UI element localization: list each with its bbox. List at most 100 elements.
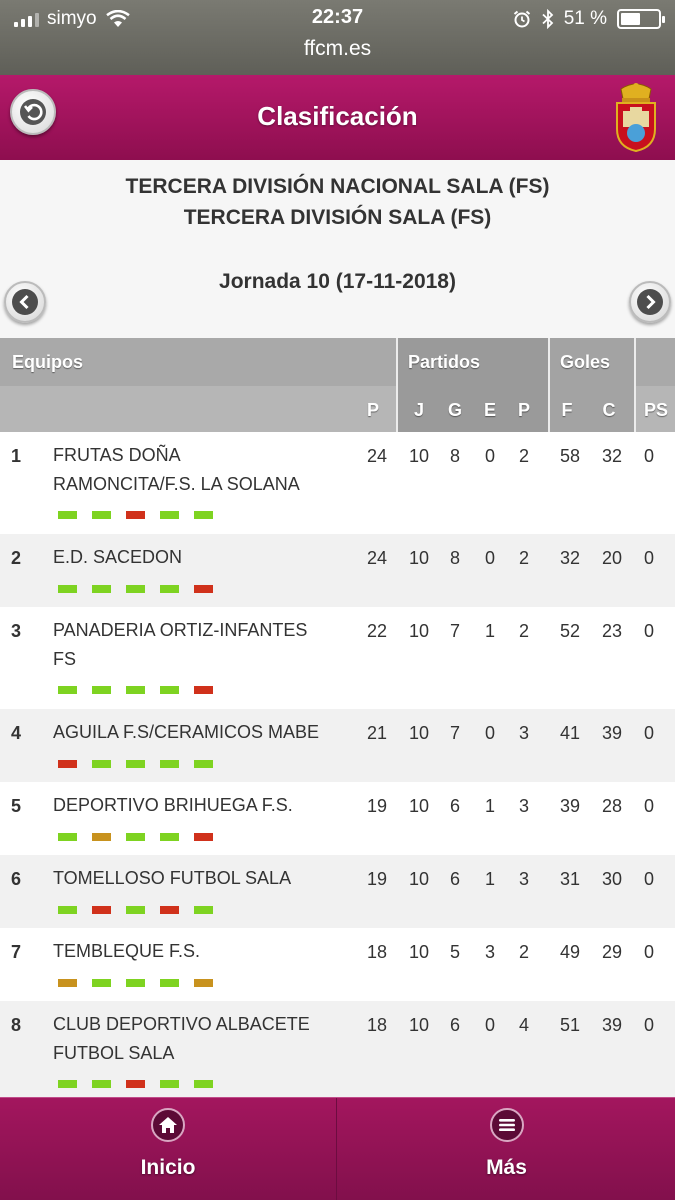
form-win-marker [160,833,179,841]
battery-icon [617,9,665,29]
status-bar: simyo 22:37 ffcm.es 51 % [0,0,675,75]
penalty-points: 0 [643,621,654,641]
team-position: 6 [11,869,22,889]
form-win-marker [160,760,179,768]
penalty-points: 0 [643,548,654,568]
team-position: 3 [11,621,22,641]
team-name[interactable]: TEMBLEQUE F.S. [53,937,353,966]
form-draw-marker [58,979,77,987]
table-row[interactable]: 6 TOMELLOSO FUTBOL SALA 19 10 6 1 3 31 3… [0,855,675,928]
col-won[interactable]: G [440,400,470,421]
team-position: 4 [11,723,22,743]
status-right: 51 % [512,8,665,30]
penalty-points: 0 [643,446,654,466]
nav-home-label: Inicio [140,1156,196,1179]
goals-against: 39 [601,723,623,743]
goals-against: 29 [601,942,623,962]
nav-more-button[interactable]: Más [338,1098,675,1200]
table-row[interactable]: 4 AGUILA F.S/CERAMICOS MABE 21 10 7 0 3 … [0,709,675,782]
recent-form [58,1080,213,1088]
penalty-points: 0 [643,723,654,743]
form-loss-marker [58,760,77,768]
won: 7 [449,723,460,743]
standings-table: 1 FRUTAS DOÑA RAMONCITA/F.S. LA SOLANA 24… [0,432,675,1103]
col-penalty-points[interactable]: PS [641,400,671,421]
team-position: 7 [11,942,22,962]
chevron-left-icon [12,289,38,315]
form-win-marker [92,979,111,987]
col-points[interactable]: P [358,400,388,421]
goals-for: 49 [559,942,581,962]
battery-percent: 51 % [563,8,607,29]
goals-for: 32 [559,548,581,568]
penalty-points: 0 [643,1015,654,1035]
team-name[interactable]: AGUILA F.S/CERAMICOS MABE [53,718,353,747]
col-goals-against[interactable]: C [594,400,624,421]
team-name[interactable]: PANADERIA ORTIZ-INFANTES FS [53,616,353,674]
form-win-marker [58,833,77,841]
team-name[interactable]: DEPORTIVO BRIHUEGA F.S. [53,791,353,820]
lost: 4 [518,1015,529,1035]
goals-for: 31 [559,869,581,889]
recent-form [58,511,213,519]
goals-against: 39 [601,1015,623,1035]
team-name[interactable]: CLUB DEPORTIVO ALBACETE FUTBOL SALA [53,1010,353,1068]
team-position: 2 [11,548,22,568]
table-row[interactable]: 5 DEPORTIVO BRIHUEGA F.S. 19 10 6 1 3 39… [0,782,675,855]
form-loss-marker [194,585,213,593]
form-win-marker [92,585,111,593]
goals-against: 32 [601,446,623,466]
app-header: Clasificación [0,75,675,160]
lost: 2 [518,621,529,641]
recent-form [58,760,213,768]
recent-form [58,906,213,914]
next-matchday-button[interactable] [629,281,671,323]
form-win-marker [58,511,77,519]
points: 19 [366,796,388,816]
col-goals-for[interactable]: F [552,400,582,421]
col-drawn[interactable]: E [475,400,505,421]
table-row[interactable]: 8 CLUB DEPORTIVO ALBACETE FUTBOL SALA 18 … [0,1001,675,1103]
table-row[interactable]: 3 PANADERIA ORTIZ-INFANTES FS 22 10 7 1 2… [0,607,675,709]
form-win-marker [126,833,145,841]
team-name[interactable]: TOMELLOSO FUTBOL SALA [53,864,353,893]
goals-against: 23 [601,621,623,641]
form-win-marker [194,1080,213,1088]
alarm-icon [513,10,530,28]
won: 8 [449,548,460,568]
won: 6 [449,796,460,816]
nav-home-button[interactable]: Inicio [0,1098,337,1200]
team-name[interactable]: E.D. SACEDON [53,543,353,572]
previous-matchday-button[interactable] [4,281,46,323]
form-win-marker [160,686,179,694]
browser-url[interactable]: ffcm.es [0,37,675,61]
col-played[interactable]: J [404,400,434,421]
form-win-marker [126,686,145,694]
recent-form [58,686,213,694]
goals-against: 20 [601,548,623,568]
recent-form [58,833,213,841]
form-win-marker [58,585,77,593]
home-icon [151,1108,185,1142]
drawn: 1 [484,621,495,641]
goals-for: 41 [559,723,581,743]
table-row[interactable]: 2 E.D. SACEDON 24 10 8 0 2 32 20 0 [0,534,675,607]
points: 24 [366,548,388,568]
col-lost[interactable]: P [509,400,539,421]
form-draw-marker [194,979,213,987]
drawn: 0 [484,446,495,466]
table-row[interactable]: 7 TEMBLEQUE F.S. 18 10 5 3 2 49 29 0 [0,928,675,1001]
team-name[interactable]: FRUTAS DOÑA RAMONCITA/F.S. LA SOLANA [53,441,353,499]
played: 10 [408,1015,430,1035]
form-win-marker [160,511,179,519]
team-position: 1 [11,446,22,466]
header-equipos: Equipos [12,352,83,372]
drawn: 1 [484,869,495,889]
played: 10 [408,796,430,816]
won: 8 [449,446,460,466]
table-row[interactable]: 1 FRUTAS DOÑA RAMONCITA/F.S. LA SOLANA 24… [0,432,675,534]
drawn: 0 [484,548,495,568]
form-loss-marker [160,906,179,914]
form-win-marker [160,1080,179,1088]
played: 10 [408,548,430,568]
